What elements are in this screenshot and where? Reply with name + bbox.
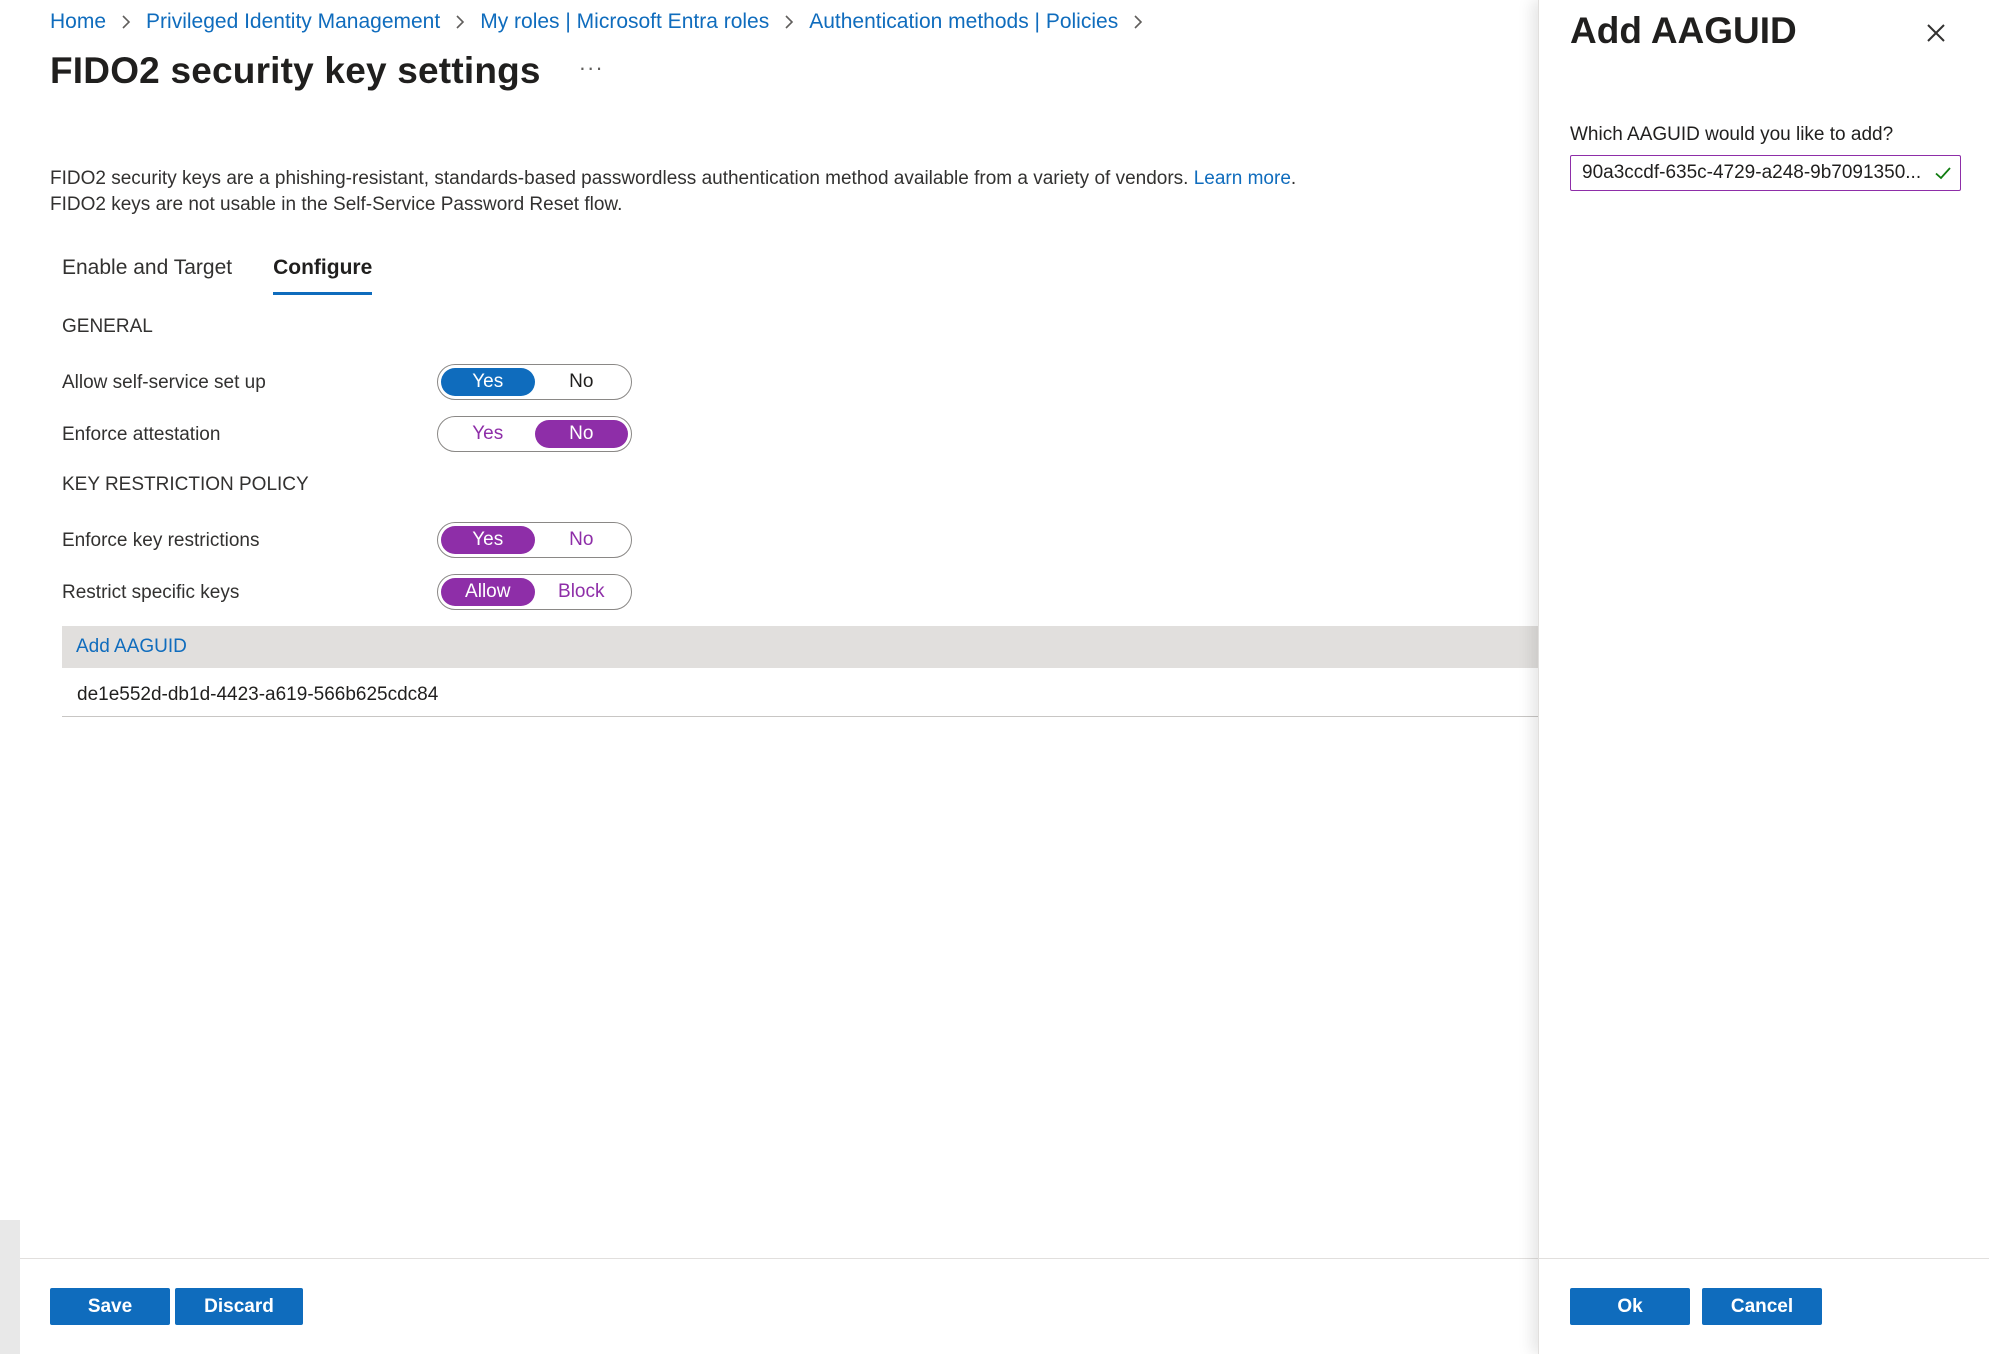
restrict-keys-block[interactable]: Block <box>535 578 629 606</box>
checkmark-icon <box>1934 164 1952 182</box>
restrict-keys-toggle[interactable]: Allow Block <box>437 574 632 610</box>
ok-button[interactable]: Ok <box>1570 1288 1690 1325</box>
add-aaguid-link[interactable]: Add AAGUID <box>76 636 187 658</box>
page-title: FIDO2 security key settings <box>50 50 541 91</box>
more-icon[interactable]: ··· <box>579 55 604 81</box>
self-service-yes[interactable]: Yes <box>441 368 535 396</box>
restrict-keys-allow[interactable]: Allow <box>441 578 535 606</box>
attestation-no[interactable]: No <box>534 420 628 448</box>
enforce-restrictions-label: Enforce key restrictions <box>62 530 260 551</box>
close-icon[interactable] <box>1923 20 1949 46</box>
learn-more-link[interactable]: Learn more <box>1194 168 1291 189</box>
self-service-toggle[interactable]: Yes No <box>437 364 632 400</box>
tab-bar: Enable and Target Configure <box>62 256 413 295</box>
self-service-no[interactable]: No <box>535 368 629 396</box>
aaguid-input-value: 90a3ccdf-635c-4729-a248-9b7091350... <box>1582 162 1922 183</box>
chevron-right-icon <box>440 10 480 34</box>
breadcrumb-my-roles[interactable]: My roles | Microsoft Entra roles <box>480 10 769 34</box>
cancel-button[interactable]: Cancel <box>1702 1288 1822 1325</box>
description-line-1: FIDO2 security keys are a phishing-resis… <box>50 168 1297 189</box>
chevron-right-icon <box>1118 10 1158 34</box>
aaguid-input[interactable]: 90a3ccdf-635c-4729-a248-9b7091350... <box>1570 155 1961 191</box>
breadcrumb-auth-methods[interactable]: Authentication methods | Policies <box>809 10 1118 34</box>
breadcrumb-home[interactable]: Home <box>50 10 106 34</box>
enforce-restrictions-yes[interactable]: Yes <box>441 526 535 554</box>
restrict-keys-label: Restrict specific keys <box>62 582 240 603</box>
panel-footer-divider <box>1539 1258 1989 1259</box>
collapsed-sidebar-strip[interactable] <box>0 1220 20 1354</box>
panel-title: Add AAGUID <box>1570 10 1797 51</box>
main-page: Home Privileged Identity Management My r… <box>0 0 1538 1354</box>
chevron-right-icon <box>106 10 146 34</box>
tab-enable-and-target[interactable]: Enable and Target <box>62 256 232 295</box>
description-line-2: FIDO2 keys are not usable in the Self-Se… <box>50 194 623 215</box>
attestation-label: Enforce attestation <box>62 424 221 445</box>
footer-divider <box>20 1258 1538 1259</box>
chevron-right-icon <box>769 10 809 34</box>
attestation-toggle[interactable]: Yes No <box>437 416 632 452</box>
enforce-restrictions-no[interactable]: No <box>535 526 629 554</box>
enforce-restrictions-toggle[interactable]: Yes No <box>437 522 632 558</box>
section-key-restriction: KEY RESTRICTION POLICY <box>62 474 309 495</box>
title-row: FIDO2 security key settings ··· <box>50 50 604 92</box>
save-button[interactable]: Save <box>50 1288 170 1325</box>
discard-button[interactable]: Discard <box>175 1288 303 1325</box>
page-description: FIDO2 security keys are a phishing-resis… <box>50 166 1296 218</box>
attestation-yes[interactable]: Yes <box>441 420 535 448</box>
section-general: GENERAL <box>62 316 153 337</box>
aaguid-field-label: Which AAGUID would you like to add? <box>1570 124 1894 145</box>
aaguid-list-item[interactable]: de1e552d-db1d-4423-a619-566b625cdc84 <box>62 674 1538 717</box>
add-aaguid-panel: Add AAGUID Which AAGUID would you like t… <box>1538 0 1989 1354</box>
aaguid-list-header: Add AAGUID <box>62 626 1538 668</box>
breadcrumb: Home Privileged Identity Management My r… <box>50 10 1158 34</box>
self-service-label: Allow self-service set up <box>62 372 266 393</box>
tab-configure[interactable]: Configure <box>273 256 373 295</box>
breadcrumb-pim[interactable]: Privileged Identity Management <box>146 10 440 34</box>
